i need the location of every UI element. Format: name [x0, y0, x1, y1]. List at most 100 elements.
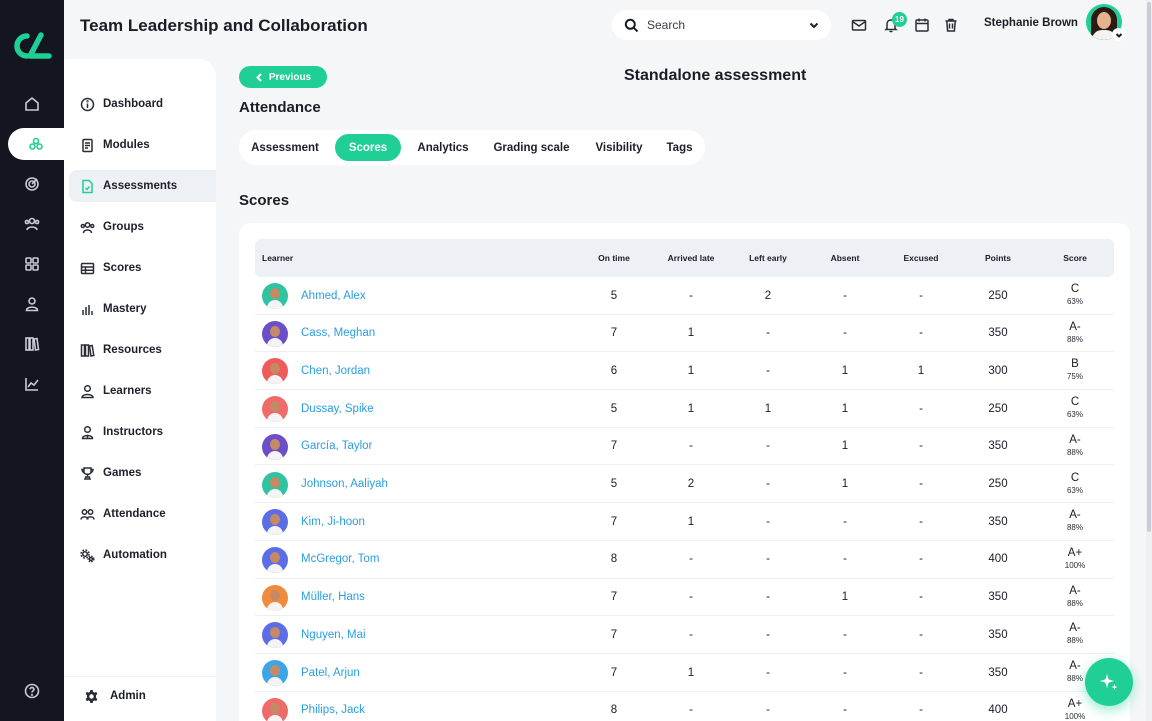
mail-icon[interactable]: [851, 17, 867, 33]
excused-cell: -: [919, 553, 923, 566]
chevron-down-icon[interactable]: [1112, 28, 1125, 41]
column-header-score[interactable]: Score: [1036, 239, 1114, 277]
learner-name-link[interactable]: Philips, Jack: [301, 692, 365, 721]
grade-percent: 63%: [1066, 485, 1083, 495]
search-bar[interactable]: [612, 10, 831, 40]
scrollbar-thumb[interactable]: [1147, 2, 1151, 532]
app-title: Team Leadership and Collaboration: [80, 16, 368, 35]
admin-button[interactable]: Admin: [84, 686, 146, 706]
learner-avatar: [262, 697, 288, 721]
search-input[interactable]: [647, 18, 807, 32]
points-cell: 350: [988, 591, 1008, 604]
table-row[interactable]: Dussay, Spike 5 1 1 1 - 250 C 63%: [255, 390, 1114, 428]
tab-scores[interactable]: Scores: [335, 134, 401, 161]
target-icon[interactable]: [0, 168, 64, 200]
grade-percent: 75%: [1066, 372, 1083, 382]
learner-name-link[interactable]: Cass, Meghan: [301, 315, 375, 352]
score-cell: A- 88%: [1055, 622, 1095, 646]
grade-percent: 63%: [1066, 410, 1083, 420]
page-subtitle: Attendance: [239, 99, 321, 116]
on-time-cell: 7: [610, 628, 618, 641]
table-row[interactable]: Müller, Hans 7 - - 1 - 350 A- 88%: [255, 579, 1114, 617]
learner-name-link[interactable]: García, Taylor: [301, 428, 372, 465]
table-row[interactable]: Cass, Meghan 7 1 - - - 350 A- 88%: [255, 315, 1114, 353]
sidebar-item-label: Assessments: [103, 180, 178, 192]
sidebar-item-instructors[interactable]: Instructors: [69, 416, 216, 448]
sidebar-item-mastery[interactable]: Mastery: [69, 293, 216, 325]
grade-letter: B: [1071, 358, 1079, 371]
learner-name-link[interactable]: Johnson, Aaliyah: [301, 466, 388, 503]
tab-visibility[interactable]: Visibility: [586, 134, 652, 161]
sidebar-item-scores[interactable]: Scores: [69, 252, 216, 284]
column-header-absent[interactable]: Absent: [806, 239, 884, 277]
chart-icon[interactable]: [0, 368, 64, 400]
column-header-points[interactable]: Points: [959, 239, 1037, 277]
tab-tags[interactable]: Tags: [658, 134, 701, 161]
table-row[interactable]: García, Taylor 7 - - 1 - 350 A- 88%: [255, 428, 1114, 466]
chevron-down-icon[interactable]: [807, 18, 821, 32]
learner-name-link[interactable]: Chen, Jordan: [301, 352, 370, 389]
sidebar-item-dashboard[interactable]: Dashboard: [69, 88, 216, 120]
column-header-arrived-late[interactable]: Arrived late: [652, 239, 730, 277]
sidebar-menu: Dashboard Modules Assessments Groups Sco…: [64, 59, 216, 721]
sidebar-item-attendance[interactable]: Attendance: [69, 498, 216, 530]
user-name[interactable]: Stephanie Brown: [984, 17, 1078, 29]
column-header-on-time[interactable]: On time: [575, 239, 653, 277]
sidebar-item-modules[interactable]: Modules: [69, 129, 216, 161]
table-row[interactable]: Philips, Jack 8 - - - - 400 A+ 100%: [255, 692, 1114, 721]
on-time-cell: 7: [610, 515, 618, 528]
books-icon[interactable]: [0, 328, 64, 360]
learner-avatar: [262, 546, 288, 573]
learner-name-link[interactable]: Patel, Arjun: [301, 654, 360, 691]
table-row[interactable]: Kim, Ji-hoon 7 1 - - - 350 A- 88%: [255, 503, 1114, 541]
column-header-left-early[interactable]: Left early: [729, 239, 807, 277]
excused-cell: -: [919, 289, 923, 302]
table-row[interactable]: Johnson, Aaliyah 5 2 - 1 - 250 C 63%: [255, 466, 1114, 504]
trash-icon[interactable]: [943, 17, 959, 33]
learner-name-link[interactable]: Ahmed, Alex: [301, 277, 366, 314]
grade-letter: A-: [1069, 433, 1081, 446]
table-row[interactable]: Nguyen, Mai 7 - - - - 350 A- 88%: [255, 616, 1114, 654]
learner-name-link[interactable]: Müller, Hans: [301, 579, 365, 616]
table-row[interactable]: Ahmed, Alex 5 - 2 - - 250 C 63%: [255, 277, 1114, 315]
sidebar-item-learners[interactable]: Learners: [69, 375, 216, 407]
users-icon[interactable]: [0, 208, 64, 240]
column-header-excused[interactable]: Excused: [882, 239, 960, 277]
score-cell: A- 88%: [1055, 585, 1095, 609]
cogs-icon: [80, 548, 95, 563]
sidebar-item-games[interactable]: Games: [69, 457, 216, 489]
learner-name-link[interactable]: McGregor, Tom: [301, 541, 379, 578]
previous-button[interactable]: Previous: [239, 66, 327, 88]
tab-assessment[interactable]: Assessment: [243, 134, 327, 161]
home-icon[interactable]: [0, 88, 64, 120]
score-cell: A+ 100%: [1055, 547, 1095, 571]
sidebar-item-label: Mastery: [103, 303, 147, 315]
tab-grading-scale[interactable]: Grading scale: [485, 134, 578, 161]
search-icon: [624, 18, 639, 33]
sidebar-item-resources[interactable]: Resources: [69, 334, 216, 366]
ai-assistant-button[interactable]: [1085, 658, 1133, 706]
sidebar-item-label: Modules: [103, 139, 150, 151]
modules-icon[interactable]: [8, 128, 64, 160]
grid-icon[interactable]: [0, 248, 64, 280]
tab-analytics[interactable]: Analytics: [409, 134, 477, 161]
table-row[interactable]: McGregor, Tom 8 - - - - 400 A+ 100%: [255, 541, 1114, 579]
sidebar-item-label: Groups: [103, 221, 144, 233]
excused-cell: -: [919, 478, 923, 490]
sidebar-item-assessments[interactable]: Assessments: [69, 170, 216, 202]
points-cell: 250: [988, 402, 1008, 415]
learner-name-link[interactable]: Kim, Ji-hoon: [301, 503, 365, 540]
sidebar-item-groups[interactable]: Groups: [69, 211, 216, 243]
sidebar-item-automation[interactable]: Automation: [69, 539, 216, 571]
table-row[interactable]: Chen, Jordan 6 1 - 1 1 300 B 75%: [255, 352, 1114, 391]
learner-name-link[interactable]: Nguyen, Mai: [301, 616, 366, 653]
calendar-icon[interactable]: [914, 17, 930, 33]
sidebar-item-label: Scores: [103, 262, 142, 274]
app-logo[interactable]: [11, 30, 53, 62]
help-icon[interactable]: [0, 675, 64, 707]
bars-icon: [82, 304, 93, 315]
person-icon[interactable]: [0, 288, 64, 320]
table-row[interactable]: Patel, Arjun 7 1- - -350 A- 88%: [255, 654, 1114, 692]
learner-name-link[interactable]: Dussay, Spike: [301, 390, 374, 427]
column-header-learner[interactable]: Learner: [262, 239, 293, 277]
